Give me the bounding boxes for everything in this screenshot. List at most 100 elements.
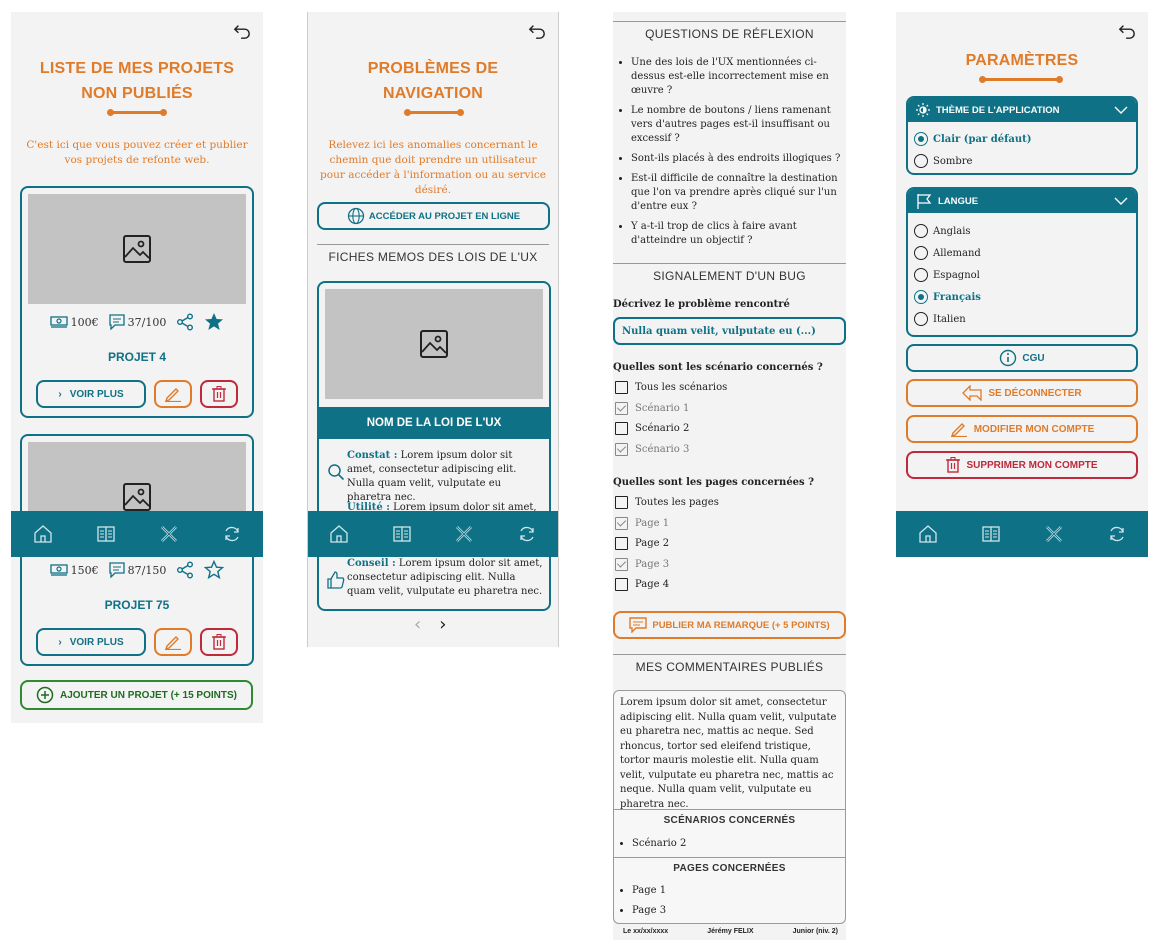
voir-plus-button[interactable]: › VOIR PLUS	[36, 628, 146, 656]
ux-law-card: NOM DE LA LOI DE L'UX Constat : Lorem ip…	[317, 281, 551, 611]
page-title-line2: NON PUBLIÉS	[81, 85, 193, 102]
back-arrow-icon[interactable]	[233, 22, 251, 40]
divider	[614, 809, 845, 810]
chevron-left-icon[interactable]: ‹	[414, 614, 421, 635]
cgu-button[interactable]: CGU	[906, 344, 1138, 372]
home-icon[interactable]	[329, 524, 349, 544]
comment-count: 87/150	[127, 563, 167, 577]
checkbox[interactable]	[615, 381, 628, 394]
back-arrow-icon[interactable]	[528, 22, 546, 40]
edit-account-button[interactable]: MODIFIER MON COMPTE	[906, 415, 1138, 443]
radio-button[interactable]	[914, 268, 928, 282]
checkbox-label: Scénario 1	[635, 403, 690, 414]
access-project-button[interactable]: ACCÉDER AU PROJET EN LIGNE	[317, 202, 550, 230]
tools-icon[interactable]	[159, 524, 179, 544]
checkbox-scenario-1[interactable]: Scénario 1	[615, 402, 689, 415]
book-icon[interactable]	[981, 524, 1001, 544]
delete-button[interactable]	[200, 628, 238, 656]
checkbox[interactable]	[615, 402, 628, 415]
share-icon[interactable]	[176, 561, 194, 579]
edit-button[interactable]	[154, 628, 192, 656]
bottom-nav	[896, 511, 1148, 557]
chevron-down-icon[interactable]	[1114, 105, 1128, 115]
radio-theme-dark[interactable]: Sombre	[908, 150, 1136, 172]
thumbs-up-icon	[327, 571, 345, 589]
language-accordion: LANGUE Anglais Allemand Espagnol Françai…	[906, 187, 1138, 337]
chevron-right-icon[interactable]: ›	[439, 614, 446, 635]
radio-button[interactable]	[914, 224, 928, 238]
star-filled-icon[interactable]	[204, 312, 224, 332]
comment-icon	[629, 617, 648, 633]
logout-button[interactable]: SE DÉCONNECTER	[906, 379, 1138, 407]
publish-remark-button[interactable]: PUBLIER MA REMARQUE (+ 5 POINTS)	[613, 611, 846, 639]
radio-button[interactable]	[914, 290, 928, 304]
describe-input[interactable]: Nulla quam velit, vulputate eu (...)	[613, 317, 846, 345]
page-title-line2: NAVIGATION	[382, 85, 484, 102]
radio-theme-light[interactable]: Clair (par défaut)	[908, 128, 1136, 150]
checkbox-scenario-2[interactable]: Scénario 2	[615, 422, 689, 435]
project-name: PROJET 4	[107, 350, 167, 364]
radio-lang-english[interactable]: Anglais	[908, 220, 1136, 242]
back-arrow-icon[interactable]	[1118, 22, 1136, 40]
comment-count: 37/100	[127, 315, 167, 329]
language-accordion-header[interactable]: LANGUE	[908, 189, 1136, 213]
trash-icon	[212, 634, 226, 650]
intro-text: Relevez ici les anomalies concernant le …	[320, 139, 546, 196]
checkbox-page-1[interactable]: Page 1	[615, 517, 669, 530]
describe-label: Décrivez le problème rencontré	[613, 299, 790, 310]
comment-author: Jérémy FELIX	[707, 928, 754, 935]
checkbox[interactable]	[615, 496, 628, 509]
radio-lang-french[interactable]: Français	[908, 286, 1136, 308]
radio-button[interactable]	[914, 154, 928, 168]
home-icon[interactable]	[918, 524, 938, 544]
chevron-down-icon[interactable]	[1114, 196, 1128, 206]
checkbox[interactable]	[615, 578, 628, 591]
language-heading: LANGUE	[938, 195, 979, 207]
checkbox[interactable]	[615, 422, 628, 435]
theme-accordion-header[interactable]: THÈME DE L'APPLICATION	[908, 98, 1136, 122]
book-icon[interactable]	[392, 524, 412, 544]
list-item: Sont-ils placés à des endroits illogique…	[631, 152, 842, 166]
book-icon[interactable]	[96, 524, 116, 544]
checkbox[interactable]	[615, 537, 628, 550]
delete-account-button[interactable]: SUPPRIMER MON COMPTE	[906, 451, 1138, 479]
tools-icon[interactable]	[454, 524, 474, 544]
star-outline-icon[interactable]	[204, 560, 225, 580]
checkbox-all-scenarios[interactable]: Tous les scénarios	[615, 381, 727, 394]
radio-lang-italian[interactable]: Italien	[908, 308, 1136, 330]
checkbox-page-3[interactable]: Page 3	[615, 558, 669, 571]
logout-arrow-icon	[962, 385, 982, 401]
refresh-icon[interactable]	[222, 524, 242, 544]
radio-lang-german[interactable]: Allemand	[908, 242, 1136, 264]
refresh-icon[interactable]	[517, 524, 537, 544]
add-project-button[interactable]: AJOUTER UN PROJET (+ 15 POINTS)	[20, 680, 253, 710]
checkbox-scenario-3[interactable]: Scénario 3	[615, 443, 689, 456]
image-icon	[420, 330, 448, 358]
checkbox-page-4[interactable]: Page 4	[615, 578, 669, 591]
page-title-line1: PROBLÈMES DE	[367, 60, 499, 77]
radio-button[interactable]	[914, 312, 928, 326]
flag-icon	[917, 194, 932, 209]
checkbox-label: Page 2	[635, 538, 670, 549]
checkbox-all-pages[interactable]: Toutes les pages	[615, 496, 719, 509]
checkbox[interactable]	[615, 558, 628, 571]
delete-button[interactable]	[200, 380, 238, 408]
share-icon[interactable]	[176, 313, 194, 331]
voir-plus-button[interactable]: › VOIR PLUS	[36, 380, 146, 408]
memo-heading: FICHES MEMOS DES LOIS DE L'UX	[328, 250, 538, 264]
brightness-icon	[916, 103, 930, 117]
checkbox-page-2[interactable]: Page 2	[615, 537, 669, 550]
image-placeholder	[28, 194, 246, 304]
radio-label: Allemand	[933, 247, 981, 259]
checkbox[interactable]	[615, 517, 628, 530]
checkbox[interactable]	[615, 443, 628, 456]
home-icon[interactable]	[33, 524, 53, 544]
edit-button[interactable]	[154, 380, 192, 408]
money-icon	[49, 316, 68, 328]
refresh-icon[interactable]	[1107, 524, 1127, 544]
tools-icon[interactable]	[1044, 524, 1064, 544]
radio-button[interactable]	[914, 246, 928, 260]
radio-lang-spanish[interactable]: Espagnol	[908, 264, 1136, 286]
radio-button[interactable]	[914, 132, 928, 146]
project-price: 100€	[70, 315, 99, 329]
